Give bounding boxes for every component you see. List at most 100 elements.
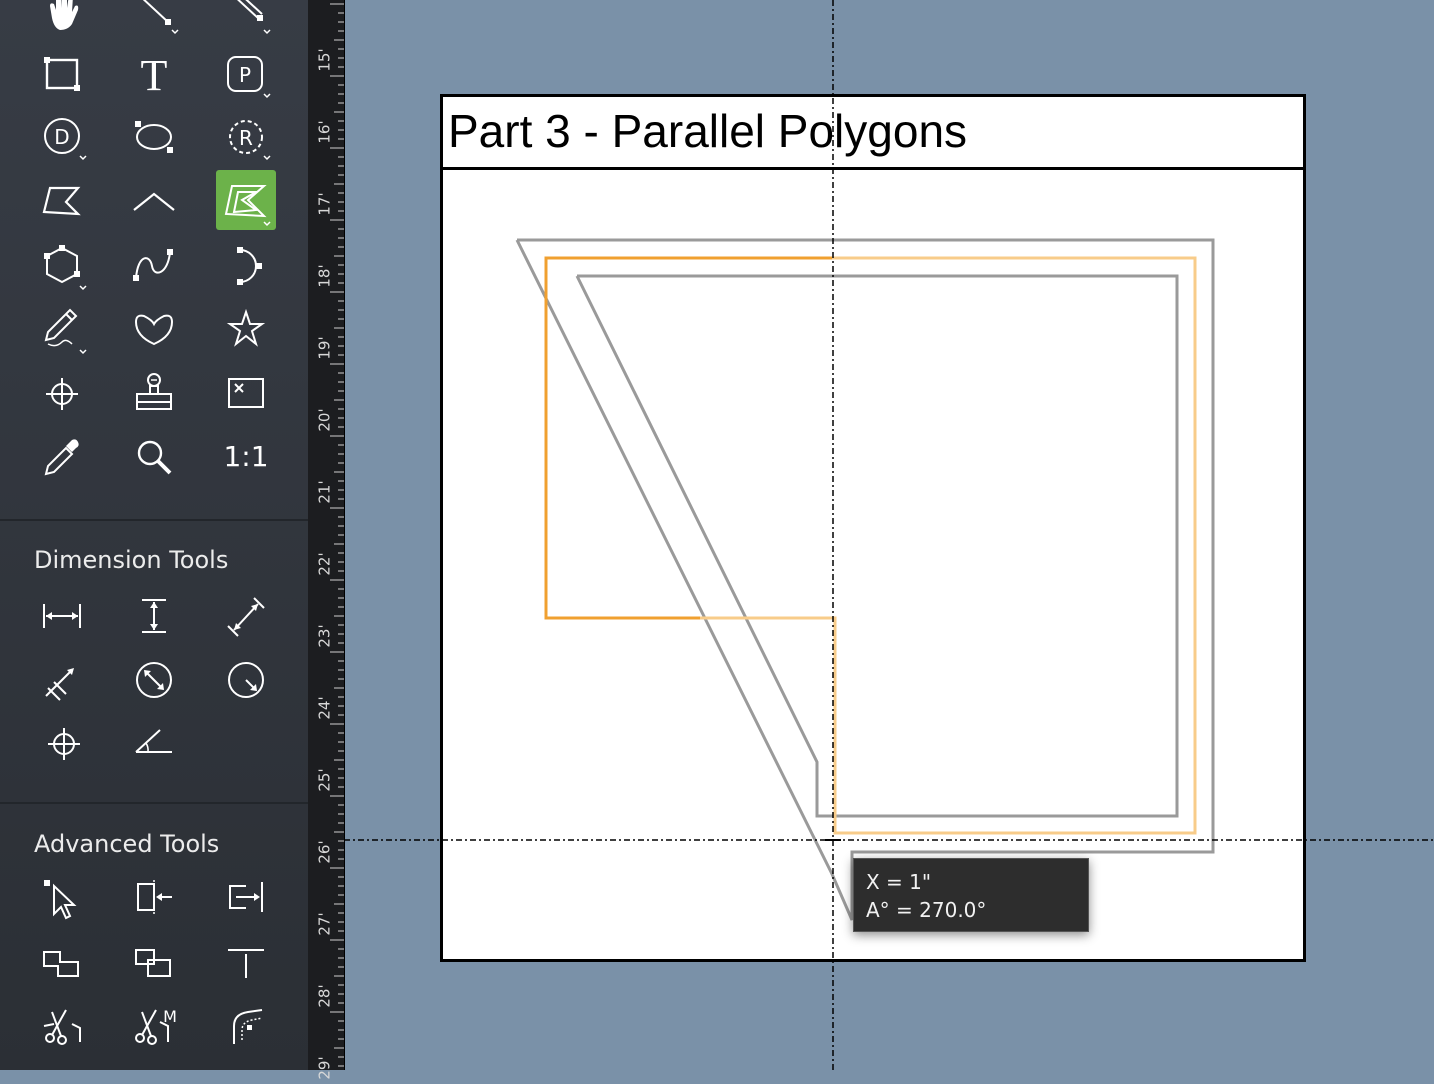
text-icon: T [141, 51, 168, 100]
section-divider [0, 802, 308, 804]
star-icon [226, 308, 266, 347]
bezier-curve-icon [133, 249, 173, 281]
ruler-label: 18' [316, 264, 334, 288]
diameter-tool-glyph: D [54, 125, 69, 149]
vertical-dimension-tool[interactable] [124, 586, 184, 646]
diameter-circle-tool[interactable]: D [32, 106, 92, 166]
polygon-tool[interactable] [32, 170, 92, 230]
fillet-tool[interactable] [216, 996, 276, 1056]
diameter-dimension-icon [136, 662, 172, 698]
pencil-icon [44, 308, 87, 355]
angle-dimension-tool[interactable] [124, 714, 184, 774]
perpendicular-dimension-icon [45, 668, 74, 701]
polyline-tool[interactable] [124, 170, 184, 230]
horizontal-dimension-tool[interactable] [32, 586, 92, 646]
drawing-page[interactable] [440, 94, 1306, 962]
crosshair-point-tool[interactable] [32, 362, 92, 422]
vertical-dimension-icon [142, 599, 166, 633]
scissors-tool[interactable] [32, 996, 92, 1056]
aligned-dimension-tool[interactable] [216, 586, 276, 646]
ruler-label: 21' [316, 480, 334, 504]
radial-dimension-tool[interactable] [216, 650, 276, 710]
ruler-label: 24' [316, 696, 334, 720]
polyline-icon [133, 192, 175, 211]
bezier-curve-tool[interactable] [124, 234, 184, 294]
radius-circle-tool[interactable]: R [216, 106, 276, 166]
offset-icon [137, 880, 172, 914]
ruler-label: 22' [316, 552, 334, 576]
reshape-tool[interactable] [32, 868, 92, 928]
eyedropper-icon [44, 439, 79, 476]
dimension-tools-title: Dimension Tools [34, 546, 229, 574]
text-tool[interactable]: T [124, 44, 184, 104]
zoom-tool[interactable] [124, 426, 184, 486]
angle-readout: A° = 270.0° [866, 898, 987, 922]
polygon-icon [42, 186, 81, 216]
ruler-label: 27' [316, 912, 334, 936]
hexagon-icon [44, 245, 87, 291]
ellipse-icon [135, 121, 173, 153]
image-frame-icon [228, 378, 264, 408]
ruler-label: 26' [316, 840, 334, 864]
point-tool[interactable]: P [216, 44, 276, 104]
horizontal-dimension-icon [43, 604, 81, 628]
heart-shape-icon [134, 314, 174, 346]
parallel-polygon-icon [224, 185, 271, 227]
line-icon [142, 0, 179, 35]
aligned-dimension-icon [227, 597, 265, 637]
actual-size-label: 1:1 [223, 440, 268, 473]
star-tool[interactable] [216, 298, 276, 358]
stamp-icon [136, 373, 172, 410]
radius-tool-glyph: R [239, 126, 253, 150]
double-line-tool[interactable] [216, 0, 276, 42]
corner-tool[interactable] [32, 932, 92, 992]
ruler-label: 17' [316, 192, 334, 216]
ruler-label: 28' [316, 984, 334, 1008]
image-placeholder-tool[interactable] [216, 362, 276, 422]
advanced-tools-title: Advanced Tools [34, 830, 220, 858]
trim-tool[interactable] [216, 932, 276, 992]
ruler-label: 20' [316, 408, 334, 432]
diameter-circle-icon: D [44, 118, 87, 161]
freeform-shape-tool[interactable] [124, 298, 184, 358]
radius-circle-icon: R [229, 120, 271, 161]
measurement-tooltip: X = 1" A° = 270.0° [853, 858, 1089, 932]
radial-dimension-icon [228, 662, 264, 698]
centerpoint-icon [48, 728, 80, 760]
text-tool-glyph: T [141, 51, 168, 100]
rectangle-tool[interactable] [32, 44, 92, 104]
actual-size-tool[interactable]: 1:1 [216, 426, 276, 486]
centerpoint-dimension-tool[interactable] [32, 714, 92, 774]
freehand-tool[interactable] [32, 298, 92, 358]
line-tool[interactable] [124, 0, 184, 42]
ruler-label: 29' [316, 1056, 334, 1080]
perpendicular-dimension-tool[interactable] [32, 650, 92, 710]
fillet-icon [233, 1009, 263, 1044]
crosshair-icon [46, 378, 78, 410]
page-title: Part 3 - Parallel Polygons [448, 105, 968, 157]
diameter-dimension-tool[interactable] [124, 650, 184, 710]
point-icon: P [227, 56, 271, 99]
tool-palette: T P D R 1:1 Dimension Tools Advanced Too… [0, 0, 308, 1070]
ruler-label: 25' [316, 768, 334, 792]
extend-tool[interactable] [216, 868, 276, 928]
ruler-label: 23' [316, 624, 334, 648]
combine-tool[interactable] [124, 932, 184, 992]
eyedropper-tool[interactable] [32, 426, 92, 486]
move-scissors-tool[interactable]: M [124, 996, 184, 1056]
parallel-polygon-tool[interactable] [216, 170, 276, 230]
arc-tool[interactable] [216, 234, 276, 294]
rectangle-icon [44, 57, 80, 91]
x-readout: X = 1" [866, 870, 932, 894]
corner-icon [43, 951, 79, 977]
move-scissors-icon: M [135, 1007, 177, 1045]
magnifier-icon [137, 440, 172, 475]
ellipse-tool[interactable] [124, 106, 184, 166]
angle-icon [135, 729, 172, 753]
stamp-tool[interactable] [124, 362, 184, 422]
actual-size-icon: 1:1 [223, 440, 268, 473]
offset-tool[interactable] [124, 868, 184, 928]
regular-polygon-tool[interactable] [32, 234, 92, 294]
pan-tool[interactable] [32, 0, 92, 42]
ruler-label: 16' [316, 120, 334, 144]
